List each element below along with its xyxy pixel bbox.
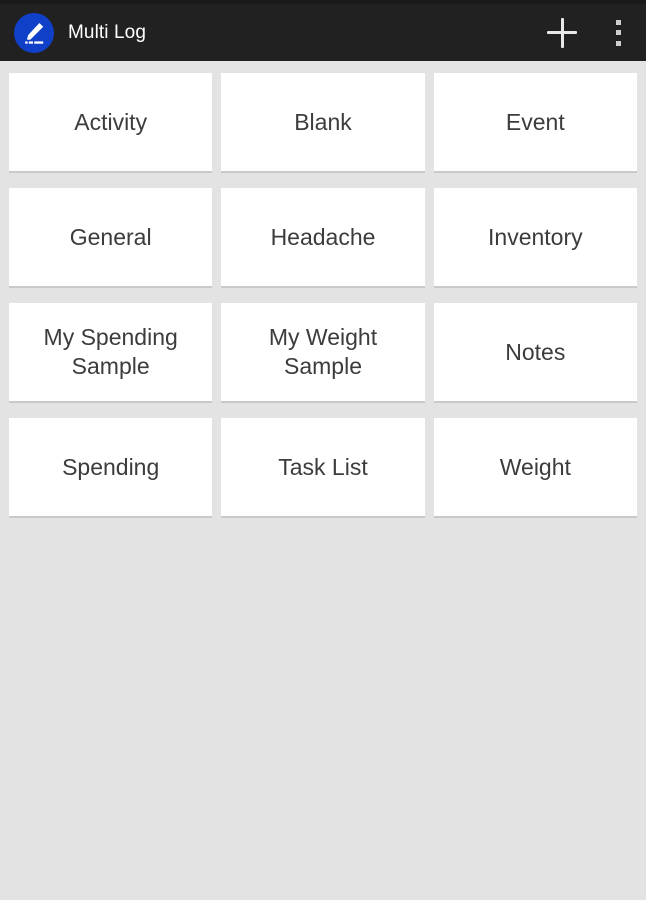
add-log-button[interactable] [534, 4, 590, 61]
tile-label: Activity [74, 108, 148, 135]
log-tile-general[interactable]: General [9, 188, 213, 288]
tile-label: Blank [294, 108, 352, 135]
log-tile-headache[interactable]: Headache [221, 188, 425, 288]
app-bar: Multi Log [0, 4, 646, 61]
log-tile-notes[interactable]: Notes [433, 303, 637, 403]
app-title: Multi Log [68, 21, 146, 43]
log-tile-weight[interactable]: Weight [433, 418, 637, 518]
log-tile-event[interactable]: Event [433, 73, 637, 173]
tile-label: My Weight Sample [268, 324, 378, 379]
log-tile-spending[interactable]: Spending [9, 418, 213, 518]
appbar-actions [534, 4, 646, 61]
tile-label: Headache [270, 223, 376, 250]
tile-label: Task List [278, 453, 368, 480]
plus-icon [547, 17, 577, 48]
log-tile-blank[interactable]: Blank [221, 73, 425, 173]
tile-label: Notes [505, 338, 566, 365]
log-tile-my-weight-sample[interactable]: My Weight Sample [221, 303, 425, 403]
tile-label: Event [505, 108, 565, 135]
tile-label: My Spending Sample [43, 324, 178, 379]
more-vertical-icon [615, 19, 621, 46]
log-type-grid: Activity Blank Event General Headache In… [0, 61, 646, 518]
log-tile-task-list[interactable]: Task List [221, 418, 425, 518]
overflow-menu-button[interactable] [590, 4, 646, 61]
tile-label: Inventory [488, 223, 583, 250]
log-tile-activity[interactable]: Activity [9, 73, 213, 173]
log-tile-inventory[interactable]: Inventory [433, 188, 637, 288]
app-logo-icon [14, 12, 54, 53]
tile-label: Weight [499, 453, 571, 480]
tile-label: General [69, 223, 152, 250]
tile-label: Spending [62, 453, 160, 480]
log-tile-my-spending-sample[interactable]: My Spending Sample [9, 303, 213, 403]
